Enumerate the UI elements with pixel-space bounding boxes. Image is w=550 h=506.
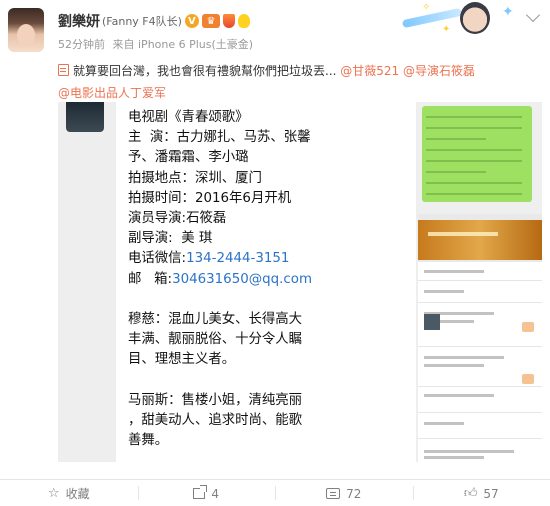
share-button[interactable]: 4 <box>137 480 276 506</box>
chat-line: 丰满、靓丽脱俗、十分令人瞩 <box>128 332 303 348</box>
action-bar: ☆ 收藏 4 72 👍︎ 57 <box>0 479 550 506</box>
chat-line <box>128 371 410 391</box>
medal-icon[interactable] <box>222 14 235 28</box>
comment-icon <box>326 488 341 499</box>
post-device[interactable]: iPhone 6 Plus <box>138 38 212 51</box>
share-icon <box>193 485 208 499</box>
author-line: 劉樂妍 (Fanny F4队长) V ♛ <box>58 10 250 32</box>
chat-line: 马丽斯：售楼小姐，清纯亮丽 <box>128 392 303 408</box>
comment-button[interactable]: 72 <box>275 480 413 506</box>
vip-icon[interactable]: ♛ <box>201 14 220 28</box>
chat-line: 副导演: 美 琪 <box>128 231 213 247</box>
chat-line: 善舞。 <box>128 433 169 449</box>
like-count: 57 <box>483 486 499 501</box>
post-device-detail[interactable]: (土豪金) <box>212 38 254 51</box>
chat-line: 拍摄地点：深圳、厦门 <box>128 170 262 186</box>
chat-line: 邮 箱:304631650@qq.com <box>128 271 312 287</box>
chat-line <box>128 290 410 310</box>
chat-text: 电视剧《青春颂歌》主 演：古力娜扎、马苏、张馨 予、潘霜霜、李小璐 拍摄地点：深圳、… <box>128 108 410 462</box>
post-meta: 52分钟前 来自 iPhone 6 Plus(土豪金) <box>58 36 253 52</box>
secondary-screenshot <box>418 102 542 462</box>
post-text: 就算要回台灣，我也會很有禮貌幫你們把垃圾丟... @甘薇521 @导演石筱磊 @… <box>58 60 542 104</box>
star-icon: ✦ <box>502 4 514 20</box>
post-image[interactable]: 电视剧《青春颂歌》主 演：古力娜扎、马苏、张馨 予、潘霜霜、李小璐 拍摄地点：深圳、… <box>58 102 542 462</box>
chat-line <box>128 451 410 462</box>
post-header: 劉樂妍 (Fanny F4队长) V ♛ 52分钟前 来自 iPhone 6 P… <box>0 0 550 60</box>
author-name[interactable]: 劉樂妍 <box>58 11 100 31</box>
chat-line: 拍摄时间：2016年6月开机 <box>128 190 292 206</box>
post-via: 来自 <box>112 38 135 51</box>
like-button[interactable]: 👍︎ 57 <box>412 480 550 506</box>
star-icon: ☆ <box>47 486 60 501</box>
chat-line: 穆慈：混血儿美女、长得高大 <box>128 312 303 328</box>
author-avatar[interactable] <box>8 8 44 52</box>
document-icon <box>58 64 69 76</box>
post-text-body: 就算要回台灣，我也會很有禮貌幫你們把垃圾丟... <box>73 64 337 78</box>
sparkle-icon: ✦ <box>442 24 451 35</box>
sparkle-icon: ✧ <box>422 2 431 13</box>
thumbs-up-icon: 👍︎ <box>463 486 478 501</box>
bulb-icon[interactable] <box>237 14 250 28</box>
chat-line: 主 演：古力娜扎、马苏、张馨 <box>128 130 311 146</box>
chevron-down-icon[interactable] <box>525 7 541 23</box>
comment-count: 72 <box>346 486 362 501</box>
chat-screenshot: 电视剧《青春颂歌》主 演：古力娜扎、马苏、张馨 予、潘霜霜、李小璐 拍摄地点：深圳、… <box>58 102 418 462</box>
chat-line: 目、理想主义者。 <box>128 352 236 368</box>
chat-line: 予、潘霜霜、李小璐 <box>128 150 249 166</box>
post-time[interactable]: 52分钟前 <box>58 38 105 51</box>
verified-icon[interactable]: V <box>184 14 199 28</box>
author-remark: (Fanny F4队长) <box>102 15 182 28</box>
mention-link[interactable]: @甘薇521 <box>340 64 399 78</box>
chat-line: 电视剧《青春颂歌》 <box>128 110 249 125</box>
chat-line: 电话微信:134-2444-3151 <box>128 251 290 267</box>
favorite-label: 收藏 <box>65 487 90 501</box>
favorite-button[interactable]: ☆ 收藏 <box>0 480 138 506</box>
chat-avatar <box>66 102 104 132</box>
chat-line: 演员导演:石筱磊 <box>128 211 227 227</box>
mention-link[interactable]: @导演石筱磊 <box>403 64 475 78</box>
share-count: 4 <box>211 486 220 501</box>
mention-link[interactable]: @电影出品人丁爱军 <box>58 86 166 100</box>
card-decoration: ✦ ✧ ✦ <box>401 0 522 38</box>
chat-bubble: 电视剧《青春颂歌》主 演：古力娜扎、马苏、张馨 予、潘霜霜、李小璐 拍摄地点：深圳、… <box>116 102 416 462</box>
chat-line: ，甜美动人、追求时尚、能歌 <box>128 413 303 429</box>
